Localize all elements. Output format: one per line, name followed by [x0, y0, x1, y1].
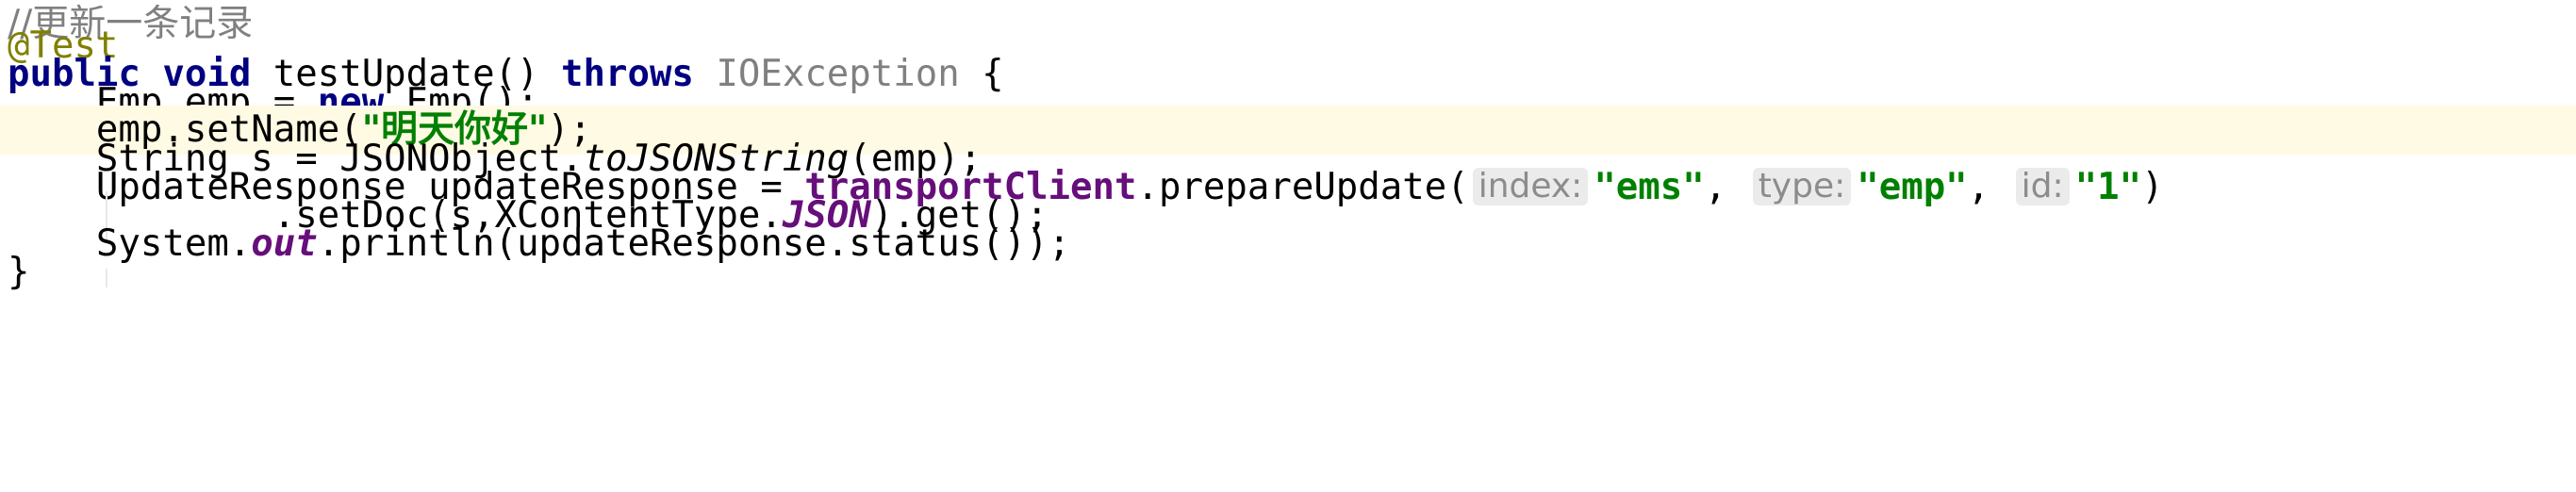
brace-close: } [8, 251, 30, 293]
code-editor[interactable]: //更新一条记录 @Test public void testUpdate() … [0, 0, 2576, 492]
indent-guide-tail [106, 269, 107, 287]
code-line-brace-close: } [0, 248, 2576, 297]
